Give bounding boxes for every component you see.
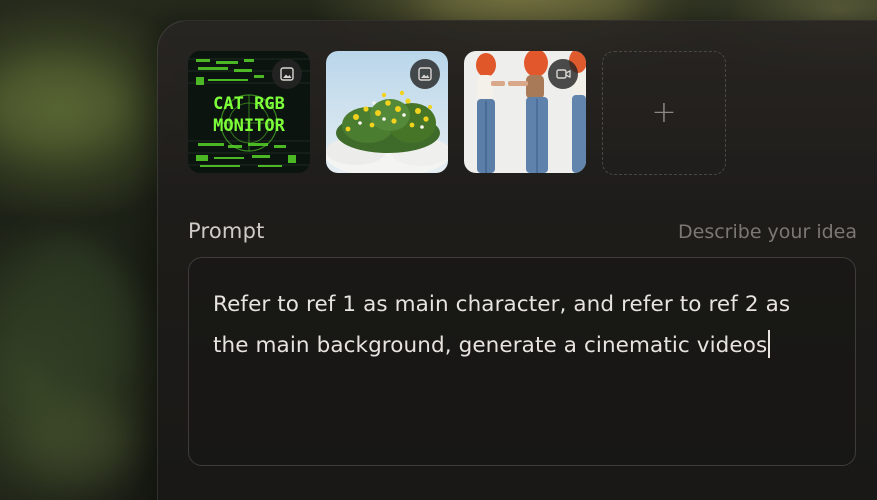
thumb-title-line-2: MONITOR [213, 116, 285, 136]
reference-thumbnail-2[interactable] [326, 51, 448, 173]
video-camera-icon [555, 69, 571, 79]
background-blob [0, 60, 130, 150]
reference-thumbnail-3[interactable] [464, 51, 586, 173]
text-caret [768, 330, 770, 358]
plus-icon: + [651, 95, 677, 130]
image-type-badge [410, 59, 440, 89]
reference-thumbnail-1[interactable]: CAT RGB MONITOR [188, 51, 310, 173]
video-type-badge [548, 59, 578, 89]
add-reference-button[interactable]: + [602, 51, 726, 175]
reference-panel: CAT RGB MONITOR + Prompt Describe your i… [157, 20, 877, 500]
image-type-badge [272, 59, 302, 89]
background-blob [10, 240, 130, 400]
thumb-title-line-1: CAT RGB [213, 94, 285, 114]
prompt-textarea[interactable]: Refer to ref 1 as main character, and re… [188, 257, 856, 466]
image-icon [418, 67, 432, 81]
prompt-text-value: Refer to ref 1 as main character, and re… [213, 292, 791, 358]
prompt-hint: Describe your idea [678, 221, 857, 243]
image-icon [280, 67, 294, 81]
background-blob [20, 400, 130, 480]
reference-thumbnails: CAT RGB MONITOR + [188, 51, 726, 175]
prompt-label: Prompt [188, 219, 265, 243]
